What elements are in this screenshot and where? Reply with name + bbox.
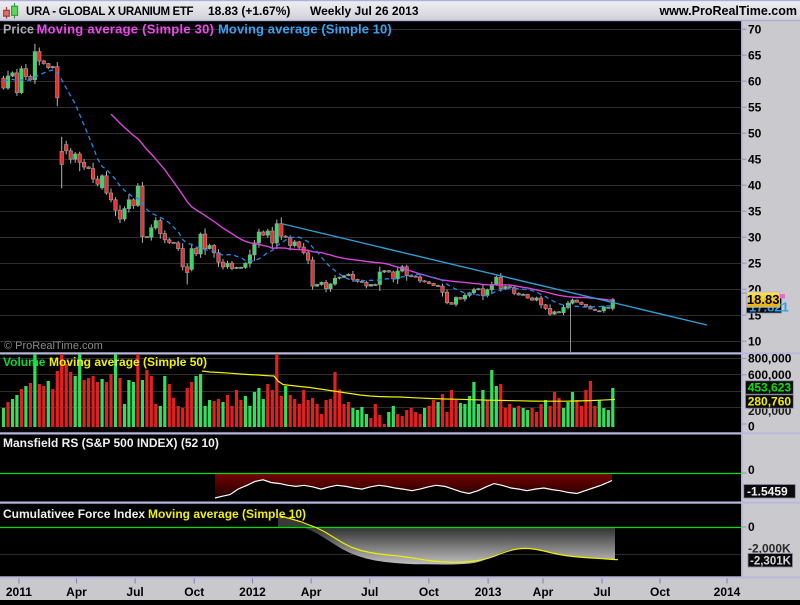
svg-text:10: 10: [748, 334, 762, 348]
svg-text:45: 45: [748, 152, 762, 166]
svg-text:-2,301K: -2,301K: [750, 556, 792, 568]
svg-text:40: 40: [748, 178, 762, 192]
svg-text:18.83: 18.83: [747, 292, 780, 307]
svg-text:-1.5459: -1.5459: [747, 485, 788, 499]
svg-text:453,623: 453,623: [748, 381, 792, 395]
svg-text:Jul: Jul: [593, 585, 610, 599]
svg-text:25: 25: [748, 256, 762, 270]
svg-text:Moving average (Simple 10): Moving average (Simple 10): [218, 22, 392, 37]
svg-text:50: 50: [748, 126, 762, 140]
svg-text:30: 30: [748, 230, 762, 244]
svg-text:70: 70: [748, 22, 762, 36]
svg-text:Moving average (Simple 50): Moving average (Simple 50): [49, 355, 207, 369]
svg-text:0: 0: [748, 520, 755, 534]
svg-text:0: 0: [748, 463, 755, 477]
svg-text:2012: 2012: [239, 585, 266, 599]
svg-text:65: 65: [748, 48, 762, 62]
svg-text:Apr: Apr: [533, 585, 554, 599]
svg-text:0: 0: [748, 420, 755, 434]
svg-text:Price: Price: [3, 23, 34, 37]
svg-text:URA - GLOBAL X URANIUM ETF: URA - GLOBAL X URANIUM ETF: [26, 6, 194, 18]
svg-text:55: 55: [748, 100, 762, 114]
svg-text:Moving average (Simple 30): Moving average (Simple 30): [37, 22, 215, 37]
svg-text:Apr: Apr: [301, 585, 322, 599]
svg-text:18.83 (+1.67%): 18.83 (+1.67%): [208, 4, 290, 18]
svg-text:Moving average (Simple 10): Moving average (Simple 10): [148, 507, 306, 521]
svg-text:Oct: Oct: [650, 585, 670, 599]
svg-text:Jul: Jul: [126, 585, 143, 599]
svg-text:© ProRealTime.com: © ProRealTime.com: [4, 340, 103, 352]
svg-text:2014: 2014: [714, 585, 741, 599]
svg-text:Oct: Oct: [419, 585, 439, 599]
svg-text:2013: 2013: [475, 585, 502, 599]
svg-text:Volume: Volume: [3, 355, 46, 369]
svg-text:35: 35: [748, 204, 762, 218]
svg-text:Cumulativee Force Index: Cumulativee Force Index: [3, 507, 145, 521]
svg-text:Oct: Oct: [184, 585, 204, 599]
svg-text:Apr: Apr: [66, 585, 87, 599]
svg-text:2011: 2011: [6, 585, 32, 599]
svg-text:Jul: Jul: [361, 585, 378, 599]
svg-text:Mansfield RS (S&P 500 INDEX) (: Mansfield RS (S&P 500 INDEX) (52 10): [3, 436, 219, 450]
svg-text:www.ProRealTime.com: www.ProRealTime.com: [658, 4, 797, 18]
svg-text:280,760: 280,760: [748, 395, 792, 409]
svg-text:Weekly Jul 26 2013: Weekly Jul 26 2013: [310, 4, 419, 18]
svg-text:60: 60: [748, 74, 762, 88]
svg-text:800,000: 800,000: [748, 352, 792, 366]
